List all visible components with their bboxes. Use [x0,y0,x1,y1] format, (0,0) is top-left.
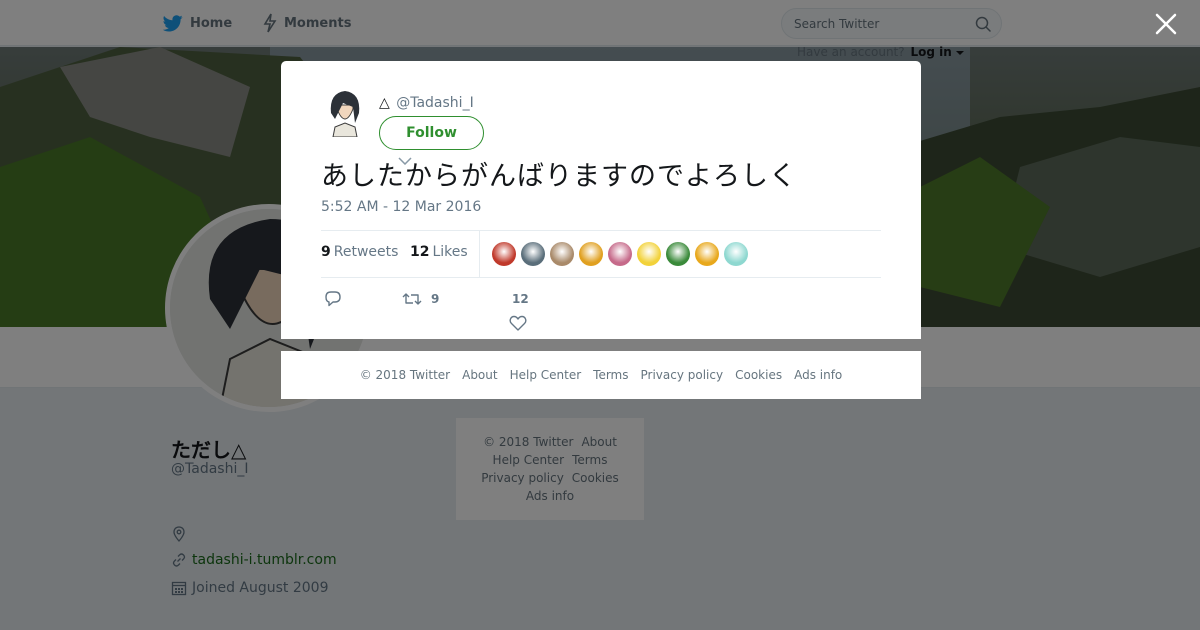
modal-footer-terms[interactable]: Terms [593,368,628,382]
tweet-text: あしたからがんばりますのでよろしく [321,161,797,192]
liker-avatar[interactable] [637,242,661,266]
follow-button[interactable]: Follow [379,116,484,150]
retweets-count: 9 [321,244,331,260]
liker-avatar[interactable] [695,242,719,266]
reply-button[interactable] [324,290,342,308]
retweet-icon [402,293,422,305]
modal-footer-help[interactable]: Help Center [510,368,582,382]
tweet-author-avatar-image [321,89,369,137]
modal-footer-about[interactable]: About [462,368,497,382]
modal-footer: © 2018 Twitter About Help Center Terms P… [281,351,921,399]
like-button[interactable] [509,314,527,332]
likes-stat[interactable]: 12 Likes [410,244,468,260]
modal-footer-ads[interactable]: Ads info [794,368,842,382]
liker-avatars [492,242,748,266]
tweet-author[interactable]: △ @Tadashi_I [379,95,474,111]
liker-avatar[interactable] [724,242,748,266]
tweet-timestamp[interactable]: 5:52 AM - 12 Mar 2016 [321,199,481,215]
liker-avatar[interactable] [492,242,516,266]
likes-label: Likes [432,244,468,260]
liker-avatar[interactable] [579,242,603,266]
heart-icon [509,315,527,331]
tweet-author-avatar[interactable] [321,89,369,137]
tweet-author-name: △ [379,95,390,111]
retweets-stat[interactable]: 9 Retweets [321,244,398,260]
likes-count: 12 [410,244,430,260]
modal-footer-copyright: © 2018 Twitter [359,368,451,382]
tweet-modal: △ @Tadashi_I Follow あしたからがんばりますのでよろしく 5:… [281,61,921,339]
reply-icon [325,291,341,307]
modal-footer-cookies[interactable]: Cookies [735,368,782,382]
liker-avatar[interactable] [550,242,574,266]
liker-avatar[interactable] [521,242,545,266]
like-action-count: 12 [512,292,529,306]
stats-divider [479,231,480,278]
retweet-action-count: 9 [431,292,440,306]
modal-footer-privacy[interactable]: Privacy policy [641,368,724,382]
liker-avatar[interactable] [666,242,690,266]
tweet-stats: 9 Retweets 12 Likes [321,230,881,278]
retweet-button[interactable] [402,290,422,308]
retweets-label: Retweets [333,244,399,260]
close-icon[interactable] [1153,11,1179,37]
tweet-author-handle: @Tadashi_I [396,95,474,111]
liker-avatar[interactable] [608,242,632,266]
